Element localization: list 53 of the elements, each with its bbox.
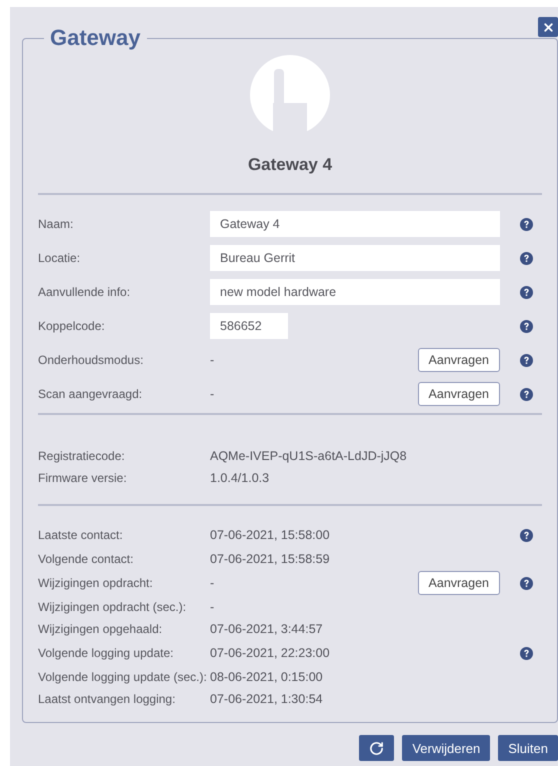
field-label: Aanvullende info: <box>38 285 132 299</box>
footer-button[interactable]: Verwijderen <box>402 735 490 761</box>
dialog-title: Gateway <box>49 27 142 49</box>
field-value: - <box>210 600 216 614</box>
field-value: - <box>210 387 216 401</box>
field-value: - <box>210 576 216 590</box>
field-value: 07-06-2021, 15:58:00 <box>210 528 331 542</box>
field-value: 07-06-2021, 1:30:54 <box>210 692 324 706</box>
field-value: 07-06-2021, 3:44:57 <box>210 622 324 636</box>
field-label: Laatste contact: <box>38 528 124 542</box>
field-value: 07-06-2021, 15:58:59 <box>210 552 331 566</box>
field-label: Wijzigingen opdracht (sec.): <box>38 600 188 614</box>
field-value: AQMe-IVEP-qU1S-a6tA-LdJD-jJQ8 <box>210 449 408 463</box>
footer-button[interactable]: Sluiten <box>498 735 558 761</box>
help-icon[interactable] <box>520 218 532 230</box>
text-field[interactable]: Gateway 4 <box>210 211 500 237</box>
refresh-button[interactable] <box>359 735 394 761</box>
field-label: Wijzigingen opdracht: <box>38 576 154 590</box>
field-label: Naam: <box>38 217 74 231</box>
field-value: 1.0.4/1.0.3 <box>210 471 270 485</box>
field-value: 08-06-2021, 0:15:00 <box>210 670 324 684</box>
text-field[interactable]: 586652 <box>210 313 288 339</box>
request-button[interactable]: Aanvragen <box>418 571 500 595</box>
help-icon[interactable] <box>520 646 532 660</box>
close-icon <box>542 20 554 34</box>
help-icon[interactable] <box>520 576 532 590</box>
field-label: Volgende logging update (sec.): <box>38 670 208 684</box>
request-button[interactable]: Aanvragen <box>418 348 500 372</box>
help-icon[interactable] <box>520 354 532 366</box>
field-label: Volgende contact: <box>38 552 134 566</box>
field-label: Scan aangevraagd: <box>38 387 144 401</box>
field-label: Registratiecode: <box>38 449 126 463</box>
help-icon[interactable] <box>520 252 532 264</box>
field-label: Laatst ontvangen logging: <box>38 692 176 706</box>
gateway-icon <box>250 55 330 131</box>
field-label: Firmware versie: <box>38 471 128 485</box>
field-label: Volgende logging update: <box>38 646 174 660</box>
help-icon[interactable] <box>520 320 532 332</box>
help-icon[interactable] <box>520 388 532 400</box>
field-label: Wijzigingen opgehaald: <box>38 622 164 636</box>
help-icon[interactable] <box>520 528 532 542</box>
text-field[interactable]: new model hardware <box>210 279 500 305</box>
field-value: - <box>210 353 216 367</box>
request-button[interactable]: Aanvragen <box>418 382 500 406</box>
help-icon[interactable] <box>520 286 532 298</box>
field-value: 07-06-2021, 22:23:00 <box>210 646 331 660</box>
field-label: Koppelcode: <box>38 319 106 333</box>
text-field[interactable]: Bureau Gerrit <box>210 245 500 271</box>
field-label: Onderhoudsmodus: <box>38 353 144 367</box>
field-label: Locatie: <box>38 251 82 265</box>
close-button[interactable] <box>538 17 558 37</box>
device-name: Gateway 4 <box>248 155 332 175</box>
refresh-icon <box>369 740 384 756</box>
